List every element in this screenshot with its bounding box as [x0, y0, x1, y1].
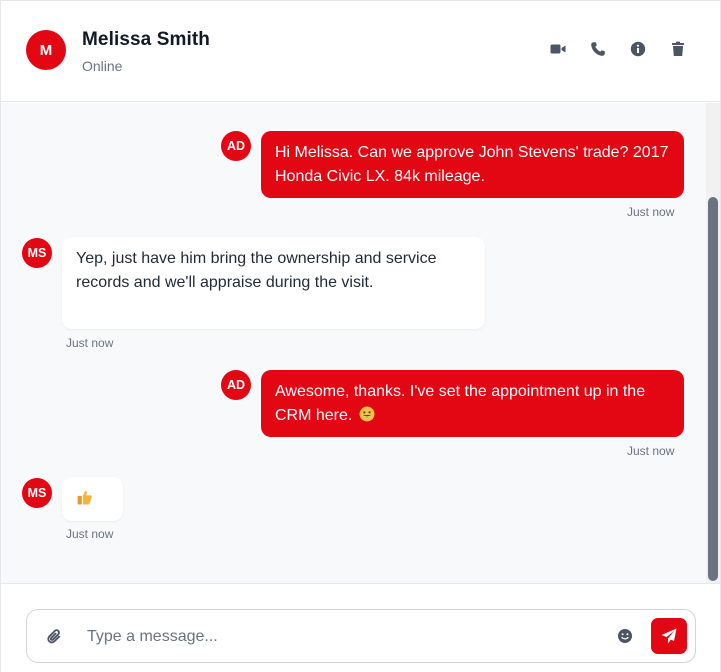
message-bubble-outgoing: Hi Melissa. Can we approve John Stevens'…	[261, 131, 684, 198]
chat-window: M Melissa Smith Online AD Hi Melissa. Ca…	[0, 0, 721, 672]
contact-status: Online	[82, 58, 123, 74]
message-list-scrollbar[interactable]	[706, 103, 720, 583]
message-timestamp: Just now	[627, 444, 675, 458]
sender-avatar: AD	[221, 370, 251, 400]
send-button[interactable]	[651, 618, 687, 654]
contact-name: Melissa Smith	[82, 29, 211, 50]
header-actions	[549, 40, 687, 58]
message-composer	[26, 609, 696, 663]
contact-avatar[interactable]: M	[26, 30, 66, 70]
message-list[interactable]: AD Hi Melissa. Can we approve John Steve…	[1, 103, 706, 583]
message-text: Awesome, thanks. I've set the appointmen…	[275, 383, 646, 424]
emoji-picker-icon[interactable]	[617, 628, 633, 644]
trash-icon	[672, 41, 684, 56]
sender-avatar: MS	[22, 478, 52, 508]
voice-call-button[interactable]	[589, 40, 607, 58]
video-icon	[550, 44, 566, 54]
message-bubble-incoming: 👍	[62, 477, 123, 521]
message-input[interactable]	[87, 622, 607, 652]
message-timestamp: Just now	[66, 336, 114, 350]
thumbs-up-icon	[77, 490, 92, 505]
message-timestamp: Just now	[66, 527, 114, 541]
paperclip-icon	[46, 628, 60, 643]
message-bubble-incoming: Yep, just have him bring the ownership a…	[62, 237, 485, 329]
attach-button[interactable]	[45, 627, 63, 645]
send-icon	[661, 628, 677, 644]
message-timestamp: Just now	[627, 205, 675, 219]
message-bubble-outgoing: Awesome, thanks. I've set the appointmen…	[261, 370, 684, 437]
delete-chat-button[interactable]	[669, 40, 687, 58]
info-icon	[630, 41, 646, 57]
composer-area	[1, 583, 720, 672]
sender-avatar: MS	[22, 238, 52, 268]
scrollbar-thumb[interactable]	[708, 197, 718, 581]
phone-icon	[591, 42, 605, 56]
sender-avatar: AD	[221, 131, 251, 161]
grin-emoji-icon	[359, 406, 375, 422]
video-call-button[interactable]	[549, 40, 567, 58]
chat-header: M Melissa Smith Online	[1, 1, 720, 102]
contact-info-button[interactable]	[629, 40, 647, 58]
